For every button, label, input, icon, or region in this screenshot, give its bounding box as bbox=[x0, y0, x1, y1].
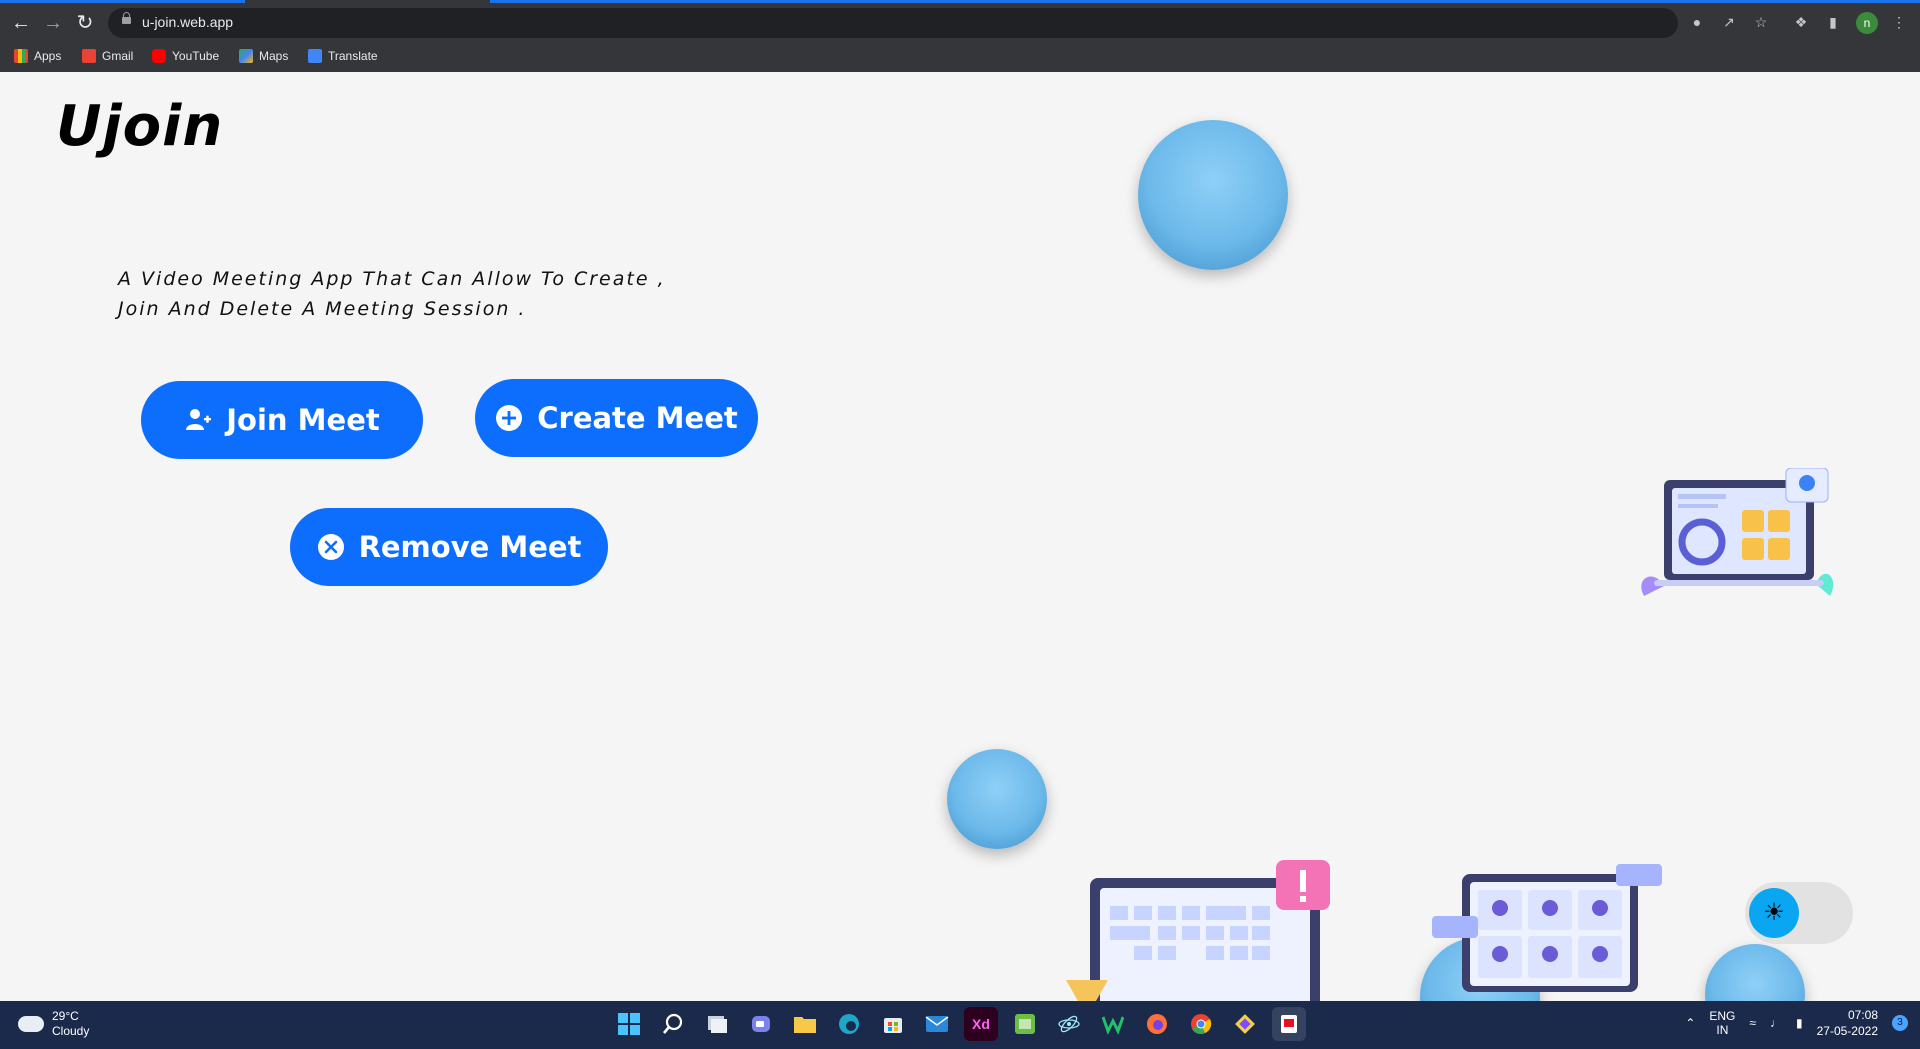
forward-icon[interactable]: → bbox=[40, 10, 66, 36]
store-icon[interactable] bbox=[876, 1007, 910, 1041]
decorative-bubble bbox=[947, 749, 1047, 849]
task-view-icon[interactable] bbox=[700, 1007, 734, 1041]
gmail-icon bbox=[82, 49, 96, 63]
weather-desc: Cloudy bbox=[52, 1024, 90, 1038]
create-meet-button[interactable]: Create Meet bbox=[475, 379, 758, 457]
browser-toolbar: ← → ↻ u-join.web.app ● ↗ ☆ ❖ ▮ n ⋮ bbox=[0, 3, 1920, 39]
git-icon[interactable] bbox=[1228, 1007, 1262, 1041]
start-icon[interactable] bbox=[612, 1007, 646, 1041]
teams-icon[interactable] bbox=[744, 1007, 778, 1041]
bookmark-gmail[interactable]: Gmail bbox=[82, 47, 133, 65]
side-panel-icon[interactable]: ▮ bbox=[1824, 13, 1842, 31]
plus-circle-icon bbox=[496, 405, 523, 431]
bookmark-label: Gmail bbox=[102, 49, 134, 63]
address-bar[interactable]: u-join.web.app bbox=[108, 8, 1678, 38]
clock-time: 07:08 bbox=[1847, 1008, 1878, 1022]
camera-icon[interactable]: ● bbox=[1688, 13, 1706, 31]
theme-toggle[interactable]: ☀ bbox=[1745, 882, 1853, 944]
tagline: A Video Meeting App That Can Allow To Cr… bbox=[118, 264, 718, 324]
user-plus-icon bbox=[186, 409, 212, 430]
join-meet-label: Join Meet bbox=[226, 403, 380, 437]
page-content: Ujoin A Video Meeting App That Can Allow… bbox=[0, 72, 1920, 1001]
bookmark-label: YouTube bbox=[172, 49, 220, 63]
back-icon[interactable]: ← bbox=[8, 10, 34, 36]
share-icon[interactable]: ↗ bbox=[1720, 13, 1738, 31]
app-icon[interactable] bbox=[1008, 1007, 1042, 1041]
reload-icon[interactable]: ↻ bbox=[72, 10, 98, 36]
w-app-icon[interactable] bbox=[1096, 1007, 1130, 1041]
lock-icon[interactable] bbox=[122, 12, 131, 24]
language-indicator[interactable]: ENG IN bbox=[1709, 1009, 1735, 1037]
remove-meet-label: Remove Meet bbox=[358, 530, 582, 564]
wifi-icon[interactable]: ≈ bbox=[1749, 1016, 1756, 1030]
file-explorer-icon[interactable] bbox=[788, 1007, 822, 1041]
browser-window-chrome: ← → ↻ u-join.web.app ● ↗ ☆ ❖ ▮ n ⋮ Apps … bbox=[0, 0, 1920, 73]
join-meet-button[interactable]: Join Meet bbox=[141, 381, 423, 459]
edge-icon[interactable] bbox=[832, 1007, 866, 1041]
apps-grid-icon bbox=[14, 49, 28, 63]
app-logo[interactable]: Ujoin bbox=[56, 94, 223, 159]
snipping-icon[interactable] bbox=[1272, 1007, 1306, 1041]
bookmark-maps[interactable]: Maps bbox=[239, 47, 288, 65]
chevron-up-icon[interactable]: ⌃ bbox=[1685, 1016, 1695, 1030]
decorative-bubble bbox=[1705, 944, 1805, 1001]
battery-icon[interactable]: ▮ bbox=[1796, 1016, 1803, 1030]
star-icon[interactable]: ☆ bbox=[1752, 13, 1770, 31]
search-icon[interactable] bbox=[656, 1007, 690, 1041]
bookmark-label: Translate bbox=[328, 49, 378, 63]
clock[interactable]: 07:08 27-05-2022 bbox=[1817, 1007, 1878, 1039]
video-grid-laptop-illustration bbox=[1432, 864, 1662, 992]
electron-icon[interactable] bbox=[1052, 1007, 1086, 1041]
volume-icon[interactable]: ♩ bbox=[1770, 1016, 1782, 1030]
language-code: ENG bbox=[1709, 1009, 1736, 1023]
bookmark-label: Apps bbox=[34, 49, 62, 63]
bookmarks-bar: Apps Gmail YouTube Maps Translate bbox=[0, 39, 1920, 73]
create-meet-label: Create Meet bbox=[537, 401, 738, 435]
system-tray: ⌃ ENG IN ≈ ♩ ▮ 07:08 27-05-2022 3 bbox=[1685, 1007, 1908, 1039]
close-circle-icon bbox=[317, 534, 344, 560]
region-code: IN bbox=[1716, 1023, 1729, 1037]
translate-icon bbox=[308, 49, 322, 63]
url-text: u-join.web.app bbox=[142, 14, 234, 30]
bookmark-apps[interactable]: Apps bbox=[14, 47, 61, 65]
taskbar-apps: Xd bbox=[612, 1007, 1306, 1041]
bookmark-label: Maps bbox=[259, 49, 289, 63]
cloud-icon bbox=[18, 1016, 44, 1032]
chrome-icon[interactable] bbox=[1184, 1007, 1218, 1041]
maps-icon bbox=[239, 49, 253, 63]
mail-icon[interactable] bbox=[920, 1007, 954, 1041]
xd-icon[interactable]: Xd bbox=[964, 1007, 998, 1041]
taskbar: 29°C Cloudy Xd ⌃ ENG IN ≈ ♩ ▮ 07:08 27-0… bbox=[0, 1001, 1920, 1049]
decorative-bubble bbox=[1138, 120, 1288, 270]
weather-widget[interactable]: 29°C Cloudy bbox=[18, 1009, 89, 1039]
profile-avatar[interactable]: n bbox=[1856, 12, 1878, 34]
bookmark-translate[interactable]: Translate bbox=[308, 47, 378, 65]
weather-temp: 29°C bbox=[52, 1009, 79, 1023]
clock-date: 27-05-2022 bbox=[1816, 1024, 1878, 1038]
tagline-line-2: Join And Delete A Meeting Session . bbox=[118, 298, 527, 320]
menu-icon[interactable]: ⋮ bbox=[1890, 13, 1908, 31]
extensions-icon[interactable]: ❖ bbox=[1792, 13, 1810, 31]
tagline-line-1: A Video Meeting App That Can Allow To Cr… bbox=[118, 268, 666, 290]
sun-icon: ☀ bbox=[1749, 888, 1799, 938]
notification-badge[interactable]: 3 bbox=[1892, 1015, 1908, 1031]
calendar-laptop-illustration bbox=[1066, 860, 1330, 1001]
laptop-settings-illustration bbox=[1641, 468, 1834, 596]
youtube-icon bbox=[152, 49, 166, 63]
firefox-icon[interactable] bbox=[1140, 1007, 1174, 1041]
remove-meet-button[interactable]: Remove Meet bbox=[290, 508, 608, 586]
bookmark-youtube[interactable]: YouTube bbox=[152, 47, 219, 65]
